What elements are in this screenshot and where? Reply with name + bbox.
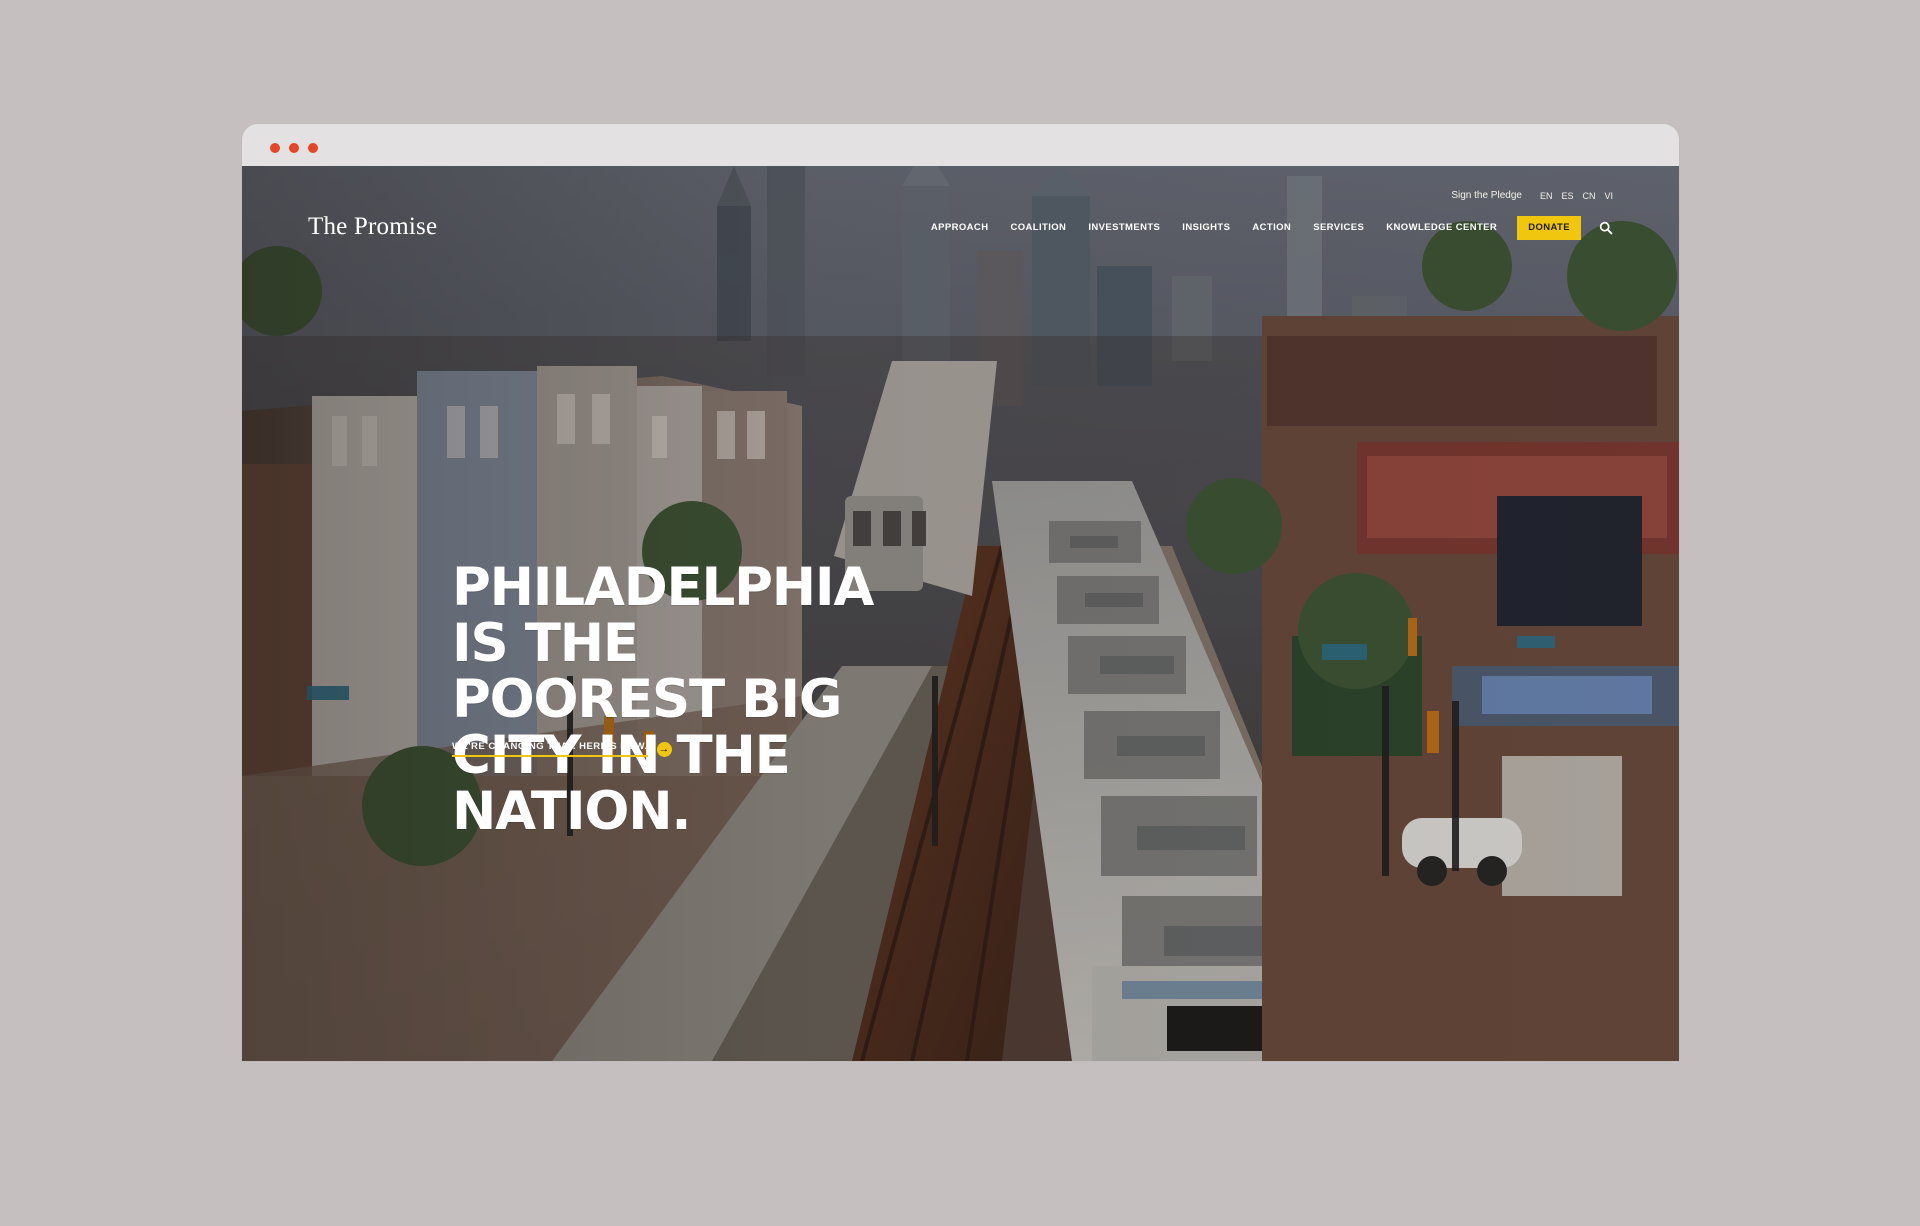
presentation-stage: The Promise Sign the Pledge EN ES CN VI … (0, 0, 1920, 1226)
utility-nav: Sign the Pledge EN ES CN VI (1451, 190, 1613, 201)
nav-item-approach[interactable]: APPROACH (931, 222, 989, 233)
site-logo[interactable]: The Promise (308, 213, 437, 241)
language-en-link[interactable]: EN (1540, 191, 1553, 201)
language-cn-link[interactable]: CN (1582, 191, 1595, 201)
nav-item-investments[interactable]: INVESTMENTS (1088, 222, 1160, 233)
hero-cta-label: WE'RE CHANGING THAT. HERE'S HOW. (452, 741, 648, 757)
hero-cta-link[interactable]: WE'RE CHANGING THAT. HERE'S HOW. → (452, 741, 672, 757)
nav-item-action[interactable]: ACTION (1252, 222, 1291, 233)
hero-headline: PHILADELPHIA IS THE POOREST BIG CITY IN … (452, 556, 874, 843)
window-dot-icon[interactable] (270, 143, 280, 153)
nav-item-insights[interactable]: INSIGHTS (1182, 222, 1230, 233)
browser-top-bar (242, 124, 1679, 166)
language-switcher: EN ES CN VI (1540, 191, 1613, 201)
arrow-right-icon: → (656, 741, 672, 757)
nav-item-services[interactable]: SERVICES (1313, 222, 1364, 233)
nav-item-coalition[interactable]: COALITION (1010, 222, 1066, 233)
donate-button[interactable]: DONATE (1517, 216, 1581, 240)
window-dot-icon[interactable] (289, 143, 299, 153)
website-viewport: The Promise Sign the Pledge EN ES CN VI … (242, 166, 1679, 1061)
sign-the-pledge-link[interactable]: Sign the Pledge (1451, 190, 1522, 201)
window-dot-icon[interactable] (308, 143, 318, 153)
language-vi-link[interactable]: VI (1604, 191, 1613, 201)
browser-window: The Promise Sign the Pledge EN ES CN VI … (242, 124, 1679, 1061)
search-icon[interactable] (1599, 221, 1613, 235)
language-es-link[interactable]: ES (1561, 191, 1573, 201)
main-navigation: APPROACH COALITION INVESTMENTS INSIGHTS … (931, 216, 1613, 240)
window-controls (270, 143, 318, 153)
nav-item-knowledge-center[interactable]: KNOWLEDGE CENTER (1386, 222, 1497, 233)
